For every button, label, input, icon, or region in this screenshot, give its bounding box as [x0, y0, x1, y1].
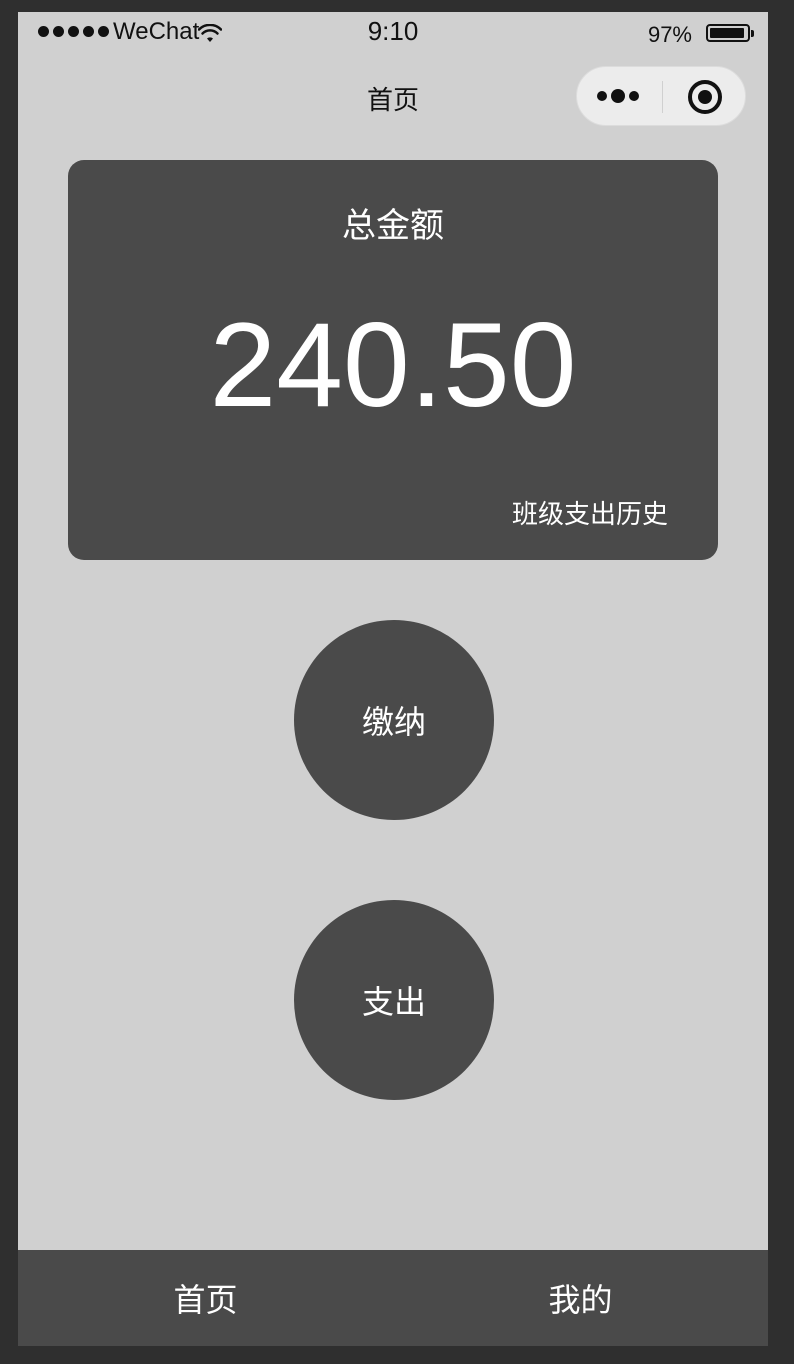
mini-program-capsule	[576, 66, 746, 126]
phone-screen: WeChat 9:10 97% 首页 总金额 240.50 班级支出历史 缴纳 …	[18, 12, 768, 1346]
target-circle-icon[interactable]	[688, 80, 722, 114]
capsule-divider	[662, 81, 663, 113]
more-dots-icon[interactable]	[597, 87, 641, 105]
pay-button[interactable]: 缴纳	[294, 620, 494, 820]
battery-percent: 97%	[647, 22, 692, 47]
tab-mine[interactable]: 我的	[393, 1250, 768, 1346]
balance-title: 总金额	[342, 206, 444, 246]
balance-card: 总金额 240.50 班级支出历史	[68, 160, 718, 560]
spend-button[interactable]: 支出	[294, 900, 494, 1100]
status-bar: WeChat 9:10 97%	[18, 12, 768, 56]
navigation-bar: 首页	[18, 56, 768, 144]
expense-history-link[interactable]: 班级支出历史	[512, 494, 668, 531]
tab-home[interactable]: 首页	[18, 1250, 393, 1346]
balance-amount: 240.50	[209, 298, 577, 432]
battery-icon	[706, 24, 754, 42]
tab-bar: 首页 我的	[18, 1250, 768, 1346]
